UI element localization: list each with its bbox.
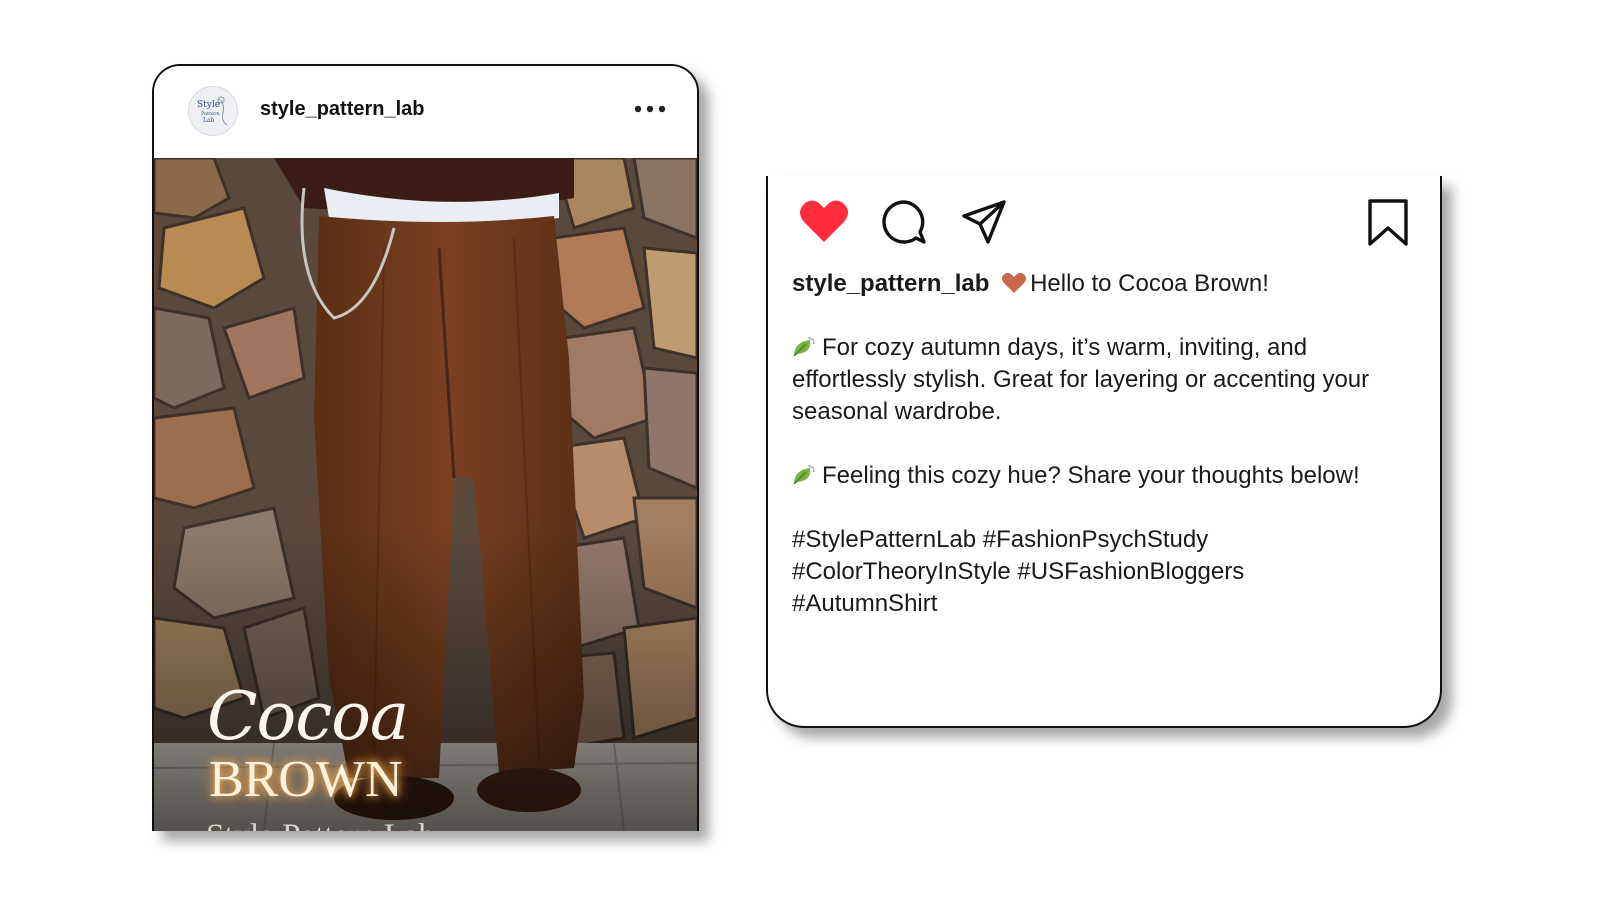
caption-card: style_pattern_lab Hello to Cocoa Brown! …	[766, 176, 1442, 728]
avatar[interactable]: Style Pattern Lab	[188, 86, 238, 136]
post-photo: Cocoa BROWN Style Pattern Lab	[154, 158, 697, 831]
caption-username[interactable]: style_pattern_lab	[792, 270, 989, 297]
send-icon[interactable]	[960, 198, 1008, 251]
caption-paragraph-1-wrap: For cozy autumn days, it’s warm, invitin…	[792, 332, 1417, 428]
brown-heart-icon	[1002, 272, 1027, 293]
caption-greeting: Hello to Cocoa Brown!	[1030, 270, 1269, 297]
caption-text: style_pattern_lab Hello to Cocoa Brown! …	[792, 268, 1417, 620]
overlay-title-brown: BROWN	[209, 751, 403, 808]
more-options-icon[interactable]	[633, 102, 667, 114]
post-username[interactable]: style_pattern_lab	[260, 98, 425, 121]
bookmark-icon[interactable]	[1366, 198, 1410, 253]
caption-paragraph-1: For cozy autumn days, it’s warm, invitin…	[792, 334, 1370, 425]
leaf-icon	[793, 464, 815, 485]
action-bar	[798, 198, 1418, 258]
svg-text:Lab: Lab	[203, 117, 215, 124]
caption-first-line: style_pattern_lab Hello to Cocoa Brown!	[792, 268, 1417, 300]
post-card: Style Pattern Lab style_pattern_lab Coco…	[152, 64, 699, 831]
comment-icon[interactable]	[880, 198, 928, 251]
caption-paragraph-2: Feeling this cozy hue? Share your though…	[822, 462, 1360, 489]
heart-icon[interactable]	[798, 198, 850, 249]
leaf-icon	[793, 336, 815, 357]
post-header: Style Pattern Lab style_pattern_lab	[154, 66, 697, 158]
svg-text:Style: Style	[197, 100, 220, 110]
overlay-title-cocoa: Cocoa	[207, 678, 409, 755]
style-pattern-lab-logo-icon: Style Pattern Lab	[197, 96, 228, 126]
caption-hashtags[interactable]: #StylePatternLab #FashionPsychStudy #Col…	[792, 524, 1312, 620]
overlay-brand: Style Pattern Lab	[206, 818, 435, 831]
caption-paragraph-2-wrap: Feeling this cozy hue? Share your though…	[792, 460, 1417, 492]
